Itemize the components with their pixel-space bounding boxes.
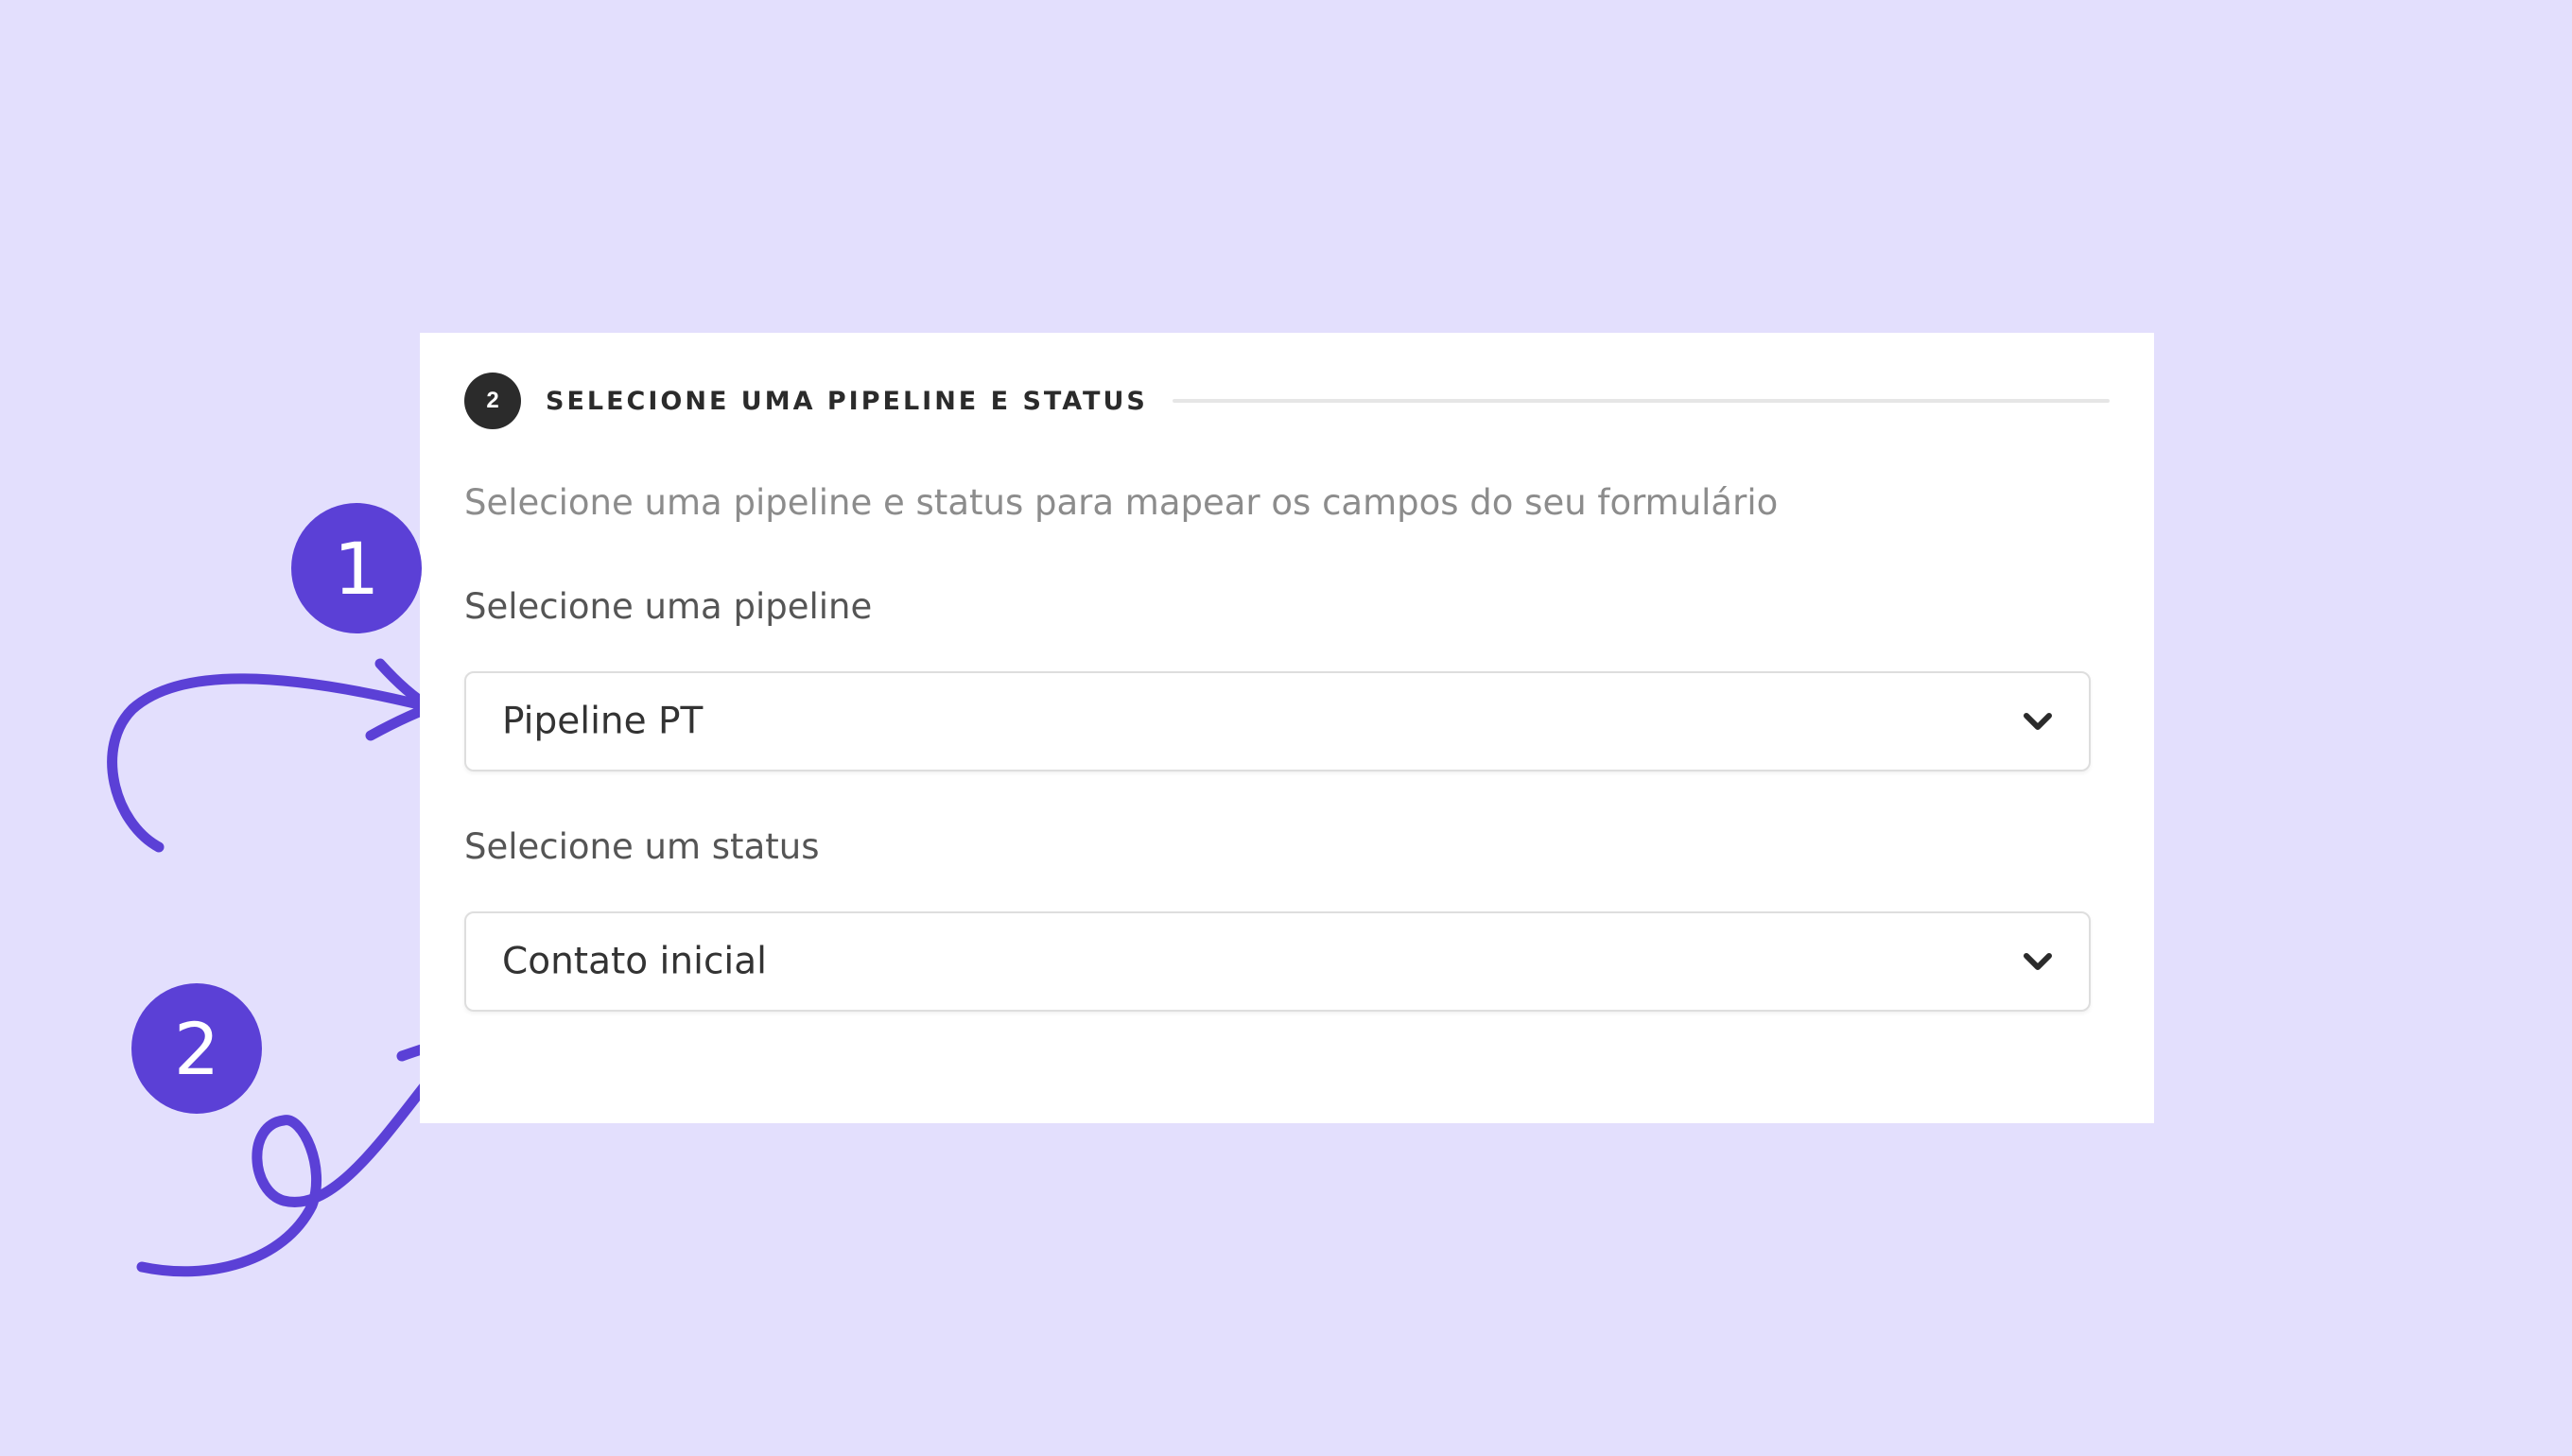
section-divider [1172,399,2110,403]
pipeline-status-panel: 2 SELECIONE UMA PIPELINE E STATUS Seleci… [420,333,2154,1123]
chevron-down-icon [2024,713,2052,730]
section-header: 2 SELECIONE UMA PIPELINE E STATUS [464,373,2110,429]
pipeline-selected-value: Pipeline PT [502,700,704,743]
pipeline-field-label: Selecione uma pipeline [464,586,873,627]
arrow-one-path [107,673,436,853]
pipeline-select[interactable]: Pipeline PT [464,671,2091,771]
chevron-down-icon [2024,953,2052,970]
annotation-badge-two: 2 [131,983,262,1114]
step-number-badge: 2 [464,373,521,429]
annotation-badge-one: 1 [291,503,422,633]
section-description: Selecione uma pipeline e status para map… [464,482,1779,523]
status-select[interactable]: Contato inicial [464,911,2091,1012]
status-selected-value: Contato inicial [502,940,767,983]
status-field-label: Selecione um status [464,826,820,867]
section-title: SELECIONE UMA PIPELINE E STATUS [546,386,1148,416]
